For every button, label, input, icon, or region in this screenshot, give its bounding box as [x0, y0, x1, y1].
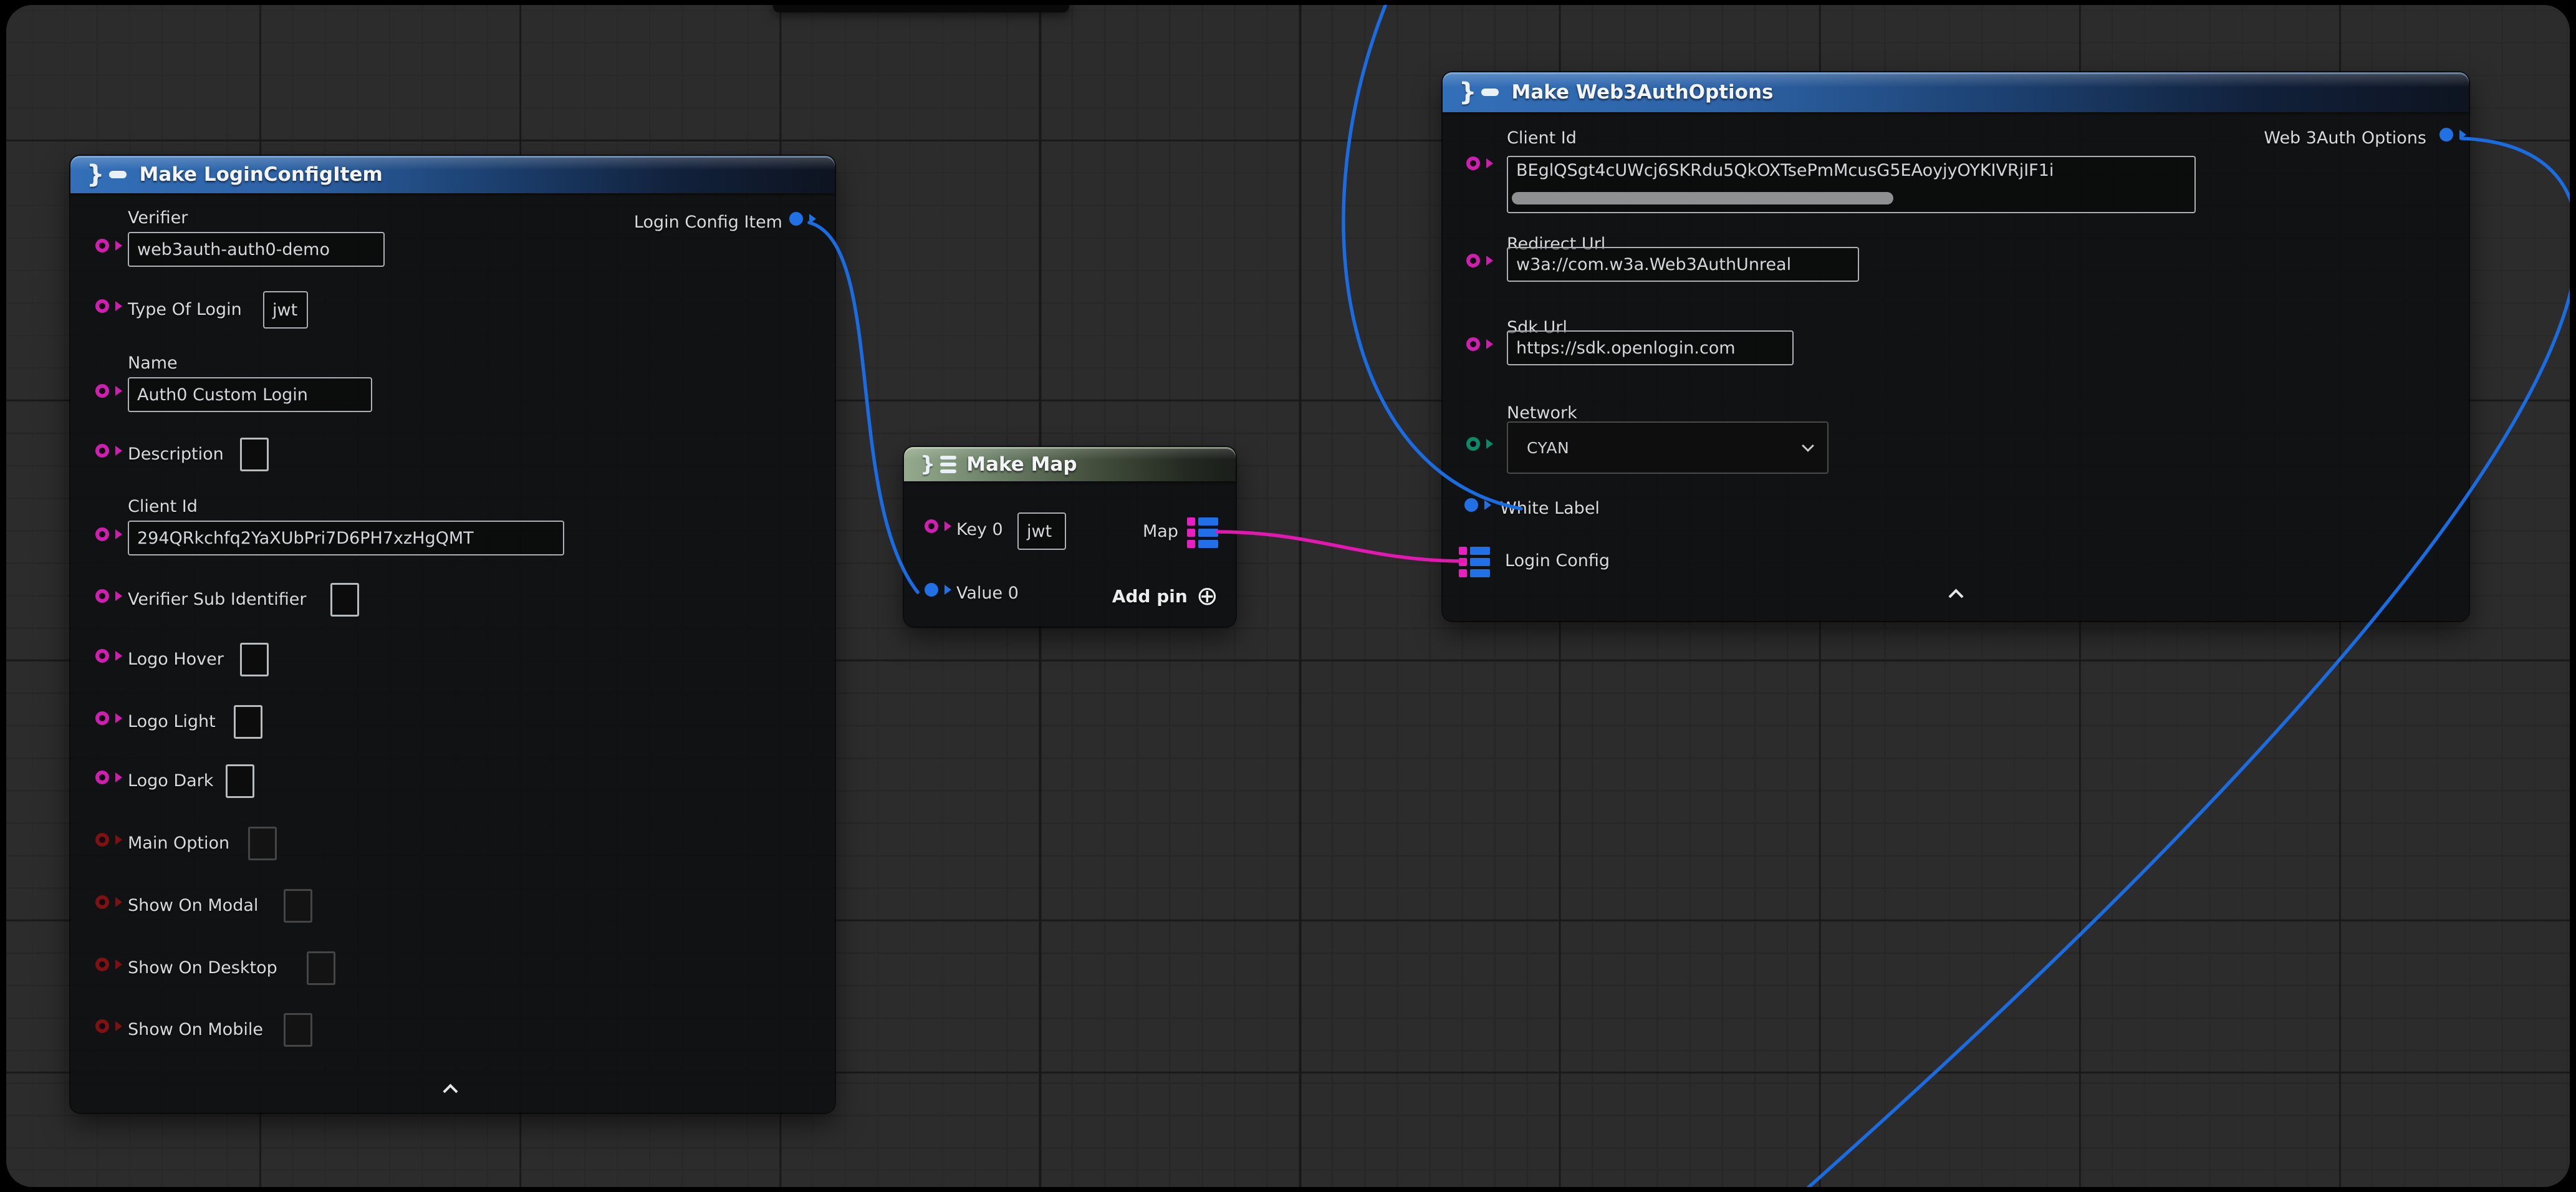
main-option-checkbox[interactable] — [248, 827, 277, 860]
node-title: Make Web3AuthOptions — [1511, 81, 1773, 103]
client-id-field[interactable]: BEglQSgt4cUWcj6SKRdu5QkOXTsePmMcusG5EAoy… — [1507, 156, 2196, 213]
node-title: Make Map — [966, 453, 1077, 476]
show-on-desktop-checkbox[interactable] — [307, 951, 335, 985]
node-make-loginconfigitem[interactable]: } Make LoginConfigItem Login Config Item… — [70, 156, 835, 1113]
pin-main-option[interactable] — [95, 833, 109, 847]
pin-type-of-login[interactable] — [95, 299, 109, 313]
pin-network[interactable] — [1466, 437, 1480, 451]
pin-label-type-of-login: Type Of Login — [128, 299, 242, 320]
collapse-chevron-icon[interactable] — [1948, 589, 1963, 603]
pin-description[interactable] — [95, 444, 109, 458]
pin-label-key0: Key 0 — [956, 519, 1003, 541]
pin-logo-light[interactable] — [95, 711, 109, 725]
pin-label-main-option: Main Option — [128, 833, 229, 854]
node-header[interactable]: } Make Web3AuthOptions — [1443, 72, 2469, 112]
name-field[interactable]: Auth0 Custom Login — [128, 377, 372, 412]
key0-field[interactable]: jwt — [1017, 512, 1066, 550]
output-pin-login-config-item[interactable] — [789, 212, 803, 226]
type-of-login-field[interactable]: jwt — [263, 291, 308, 329]
pin-client-id[interactable] — [1466, 156, 1480, 170]
verifier-field[interactable]: web3auth-auth0-demo — [128, 232, 385, 267]
pin-key0[interactable] — [925, 519, 938, 533]
logo-hover-field[interactable] — [240, 643, 269, 676]
add-pin-label: Add pin — [1112, 586, 1188, 607]
pin-label-description: Description — [128, 444, 224, 465]
verifier-sub-identifier-field[interactable] — [330, 583, 359, 617]
pin-sdk-url[interactable] — [1466, 337, 1480, 351]
node-make-map[interactable]: } Make Map Key 0 jwt Map Value 0 Add pin… — [904, 447, 1236, 627]
pin-redirect-url[interactable] — [1466, 254, 1480, 267]
pin-logo-hover[interactable] — [95, 649, 109, 663]
pin-label-name: Name — [128, 353, 178, 374]
pin-name[interactable] — [95, 384, 109, 398]
pin-verifier[interactable] — [95, 239, 109, 252]
show-on-modal-checkbox[interactable] — [284, 889, 312, 923]
pin-white-label[interactable] — [1464, 498, 1478, 512]
pin-client-id[interactable] — [95, 527, 109, 541]
wire-map-to-loginconfig[interactable] — [1217, 532, 1464, 561]
client-id-field[interactable]: 294QRkchfq2YaXUbPri7D6PH7xzHgQMT — [128, 521, 564, 555]
pin-logo-dark[interactable] — [95, 771, 109, 784]
make-struct-icon: } — [1459, 80, 1499, 105]
chevron-down-icon — [1802, 440, 1814, 452]
output-pin-label: Map — [1143, 521, 1178, 542]
pin-label-login-config: Login Config — [1505, 550, 1610, 572]
network-dropdown-value: CYAN — [1527, 439, 1569, 457]
pin-show-on-modal[interactable] — [95, 895, 109, 909]
redirect-url-field[interactable]: w3a://com.w3a.Web3AuthUnreal — [1507, 247, 1859, 282]
offscreen-node-edge — [773, 5, 1069, 12]
network-dropdown[interactable]: CYAN — [1507, 421, 1829, 474]
pin-verifier-sub-identifier[interactable] — [95, 589, 109, 603]
pin-label-client-id: Client Id — [1507, 128, 1577, 149]
show-on-mobile-checkbox[interactable] — [284, 1013, 312, 1047]
pin-show-on-desktop[interactable] — [95, 958, 109, 971]
pin-label-show-on-modal: Show On Modal — [128, 895, 258, 916]
pin-label-show-on-desktop: Show On Desktop — [128, 958, 277, 979]
logo-dark-field[interactable] — [226, 764, 254, 798]
pin-label-value0: Value 0 — [956, 583, 1019, 604]
node-make-web3authoptions[interactable]: } Make Web3AuthOptions Client Id BEglQSg… — [1443, 72, 2469, 621]
output-pin-label: Web 3Auth Options — [2264, 128, 2426, 149]
pin-login-config[interactable] — [1459, 547, 1490, 577]
node-title: Make LoginConfigItem — [139, 163, 382, 186]
pin-label-logo-hover: Logo Hover — [128, 649, 224, 670]
output-pin-map[interactable] — [1187, 517, 1218, 548]
make-map-icon: } — [920, 454, 956, 475]
pin-label-show-on-mobile: Show On Mobile — [128, 1019, 263, 1041]
pin-label-network: Network — [1507, 403, 1577, 424]
output-pin-label: Login Config Item — [634, 212, 782, 233]
add-pin-button[interactable]: Add pin ⊕ — [1112, 583, 1218, 609]
pin-label-verifier-sub-identifier: Verifier Sub Identifier — [128, 589, 307, 610]
blueprint-graph-frame: } Make LoginConfigItem Login Config Item… — [6, 5, 2570, 1187]
sdk-url-field[interactable]: https://sdk.openlogin.com — [1507, 330, 1794, 365]
logo-light-field[interactable] — [234, 705, 262, 739]
make-struct-icon: } — [87, 162, 127, 187]
blueprint-graph-canvas[interactable]: } Make LoginConfigItem Login Config Item… — [6, 5, 2570, 1187]
pin-label-client-id: Client Id — [128, 496, 198, 517]
pin-label-logo-light: Logo Light — [128, 711, 216, 733]
pin-label-white-label: White Label — [1500, 498, 1600, 519]
output-pin-web3auth-options[interactable] — [2439, 128, 2453, 142]
pin-label-logo-dark: Logo Dark — [128, 771, 213, 792]
pin-show-on-mobile[interactable] — [95, 1019, 109, 1033]
client-id-scrollbar[interactable] — [1512, 192, 1893, 204]
pin-label-verifier: Verifier — [128, 208, 188, 229]
node-header[interactable]: } Make LoginConfigItem — [70, 156, 835, 193]
pin-value0[interactable] — [925, 583, 938, 597]
description-field[interactable] — [240, 438, 269, 471]
collapse-chevron-icon[interactable] — [443, 1084, 458, 1098]
add-pin-plus-icon: ⊕ — [1196, 583, 1218, 609]
node-header[interactable]: } Make Map — [904, 447, 1236, 481]
